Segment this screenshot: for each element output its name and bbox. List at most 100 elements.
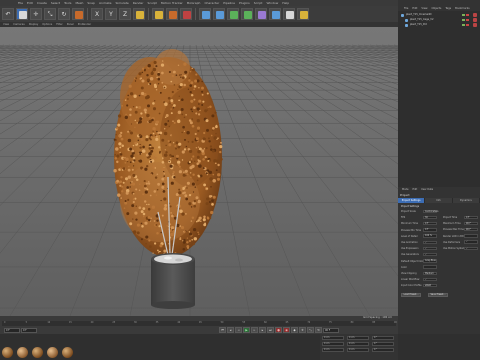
- material-swatch[interactable]: [32, 347, 43, 358]
- y-axis-button[interactable]: Y: [105, 8, 117, 20]
- subdivision-button[interactable]: [227, 8, 239, 20]
- current-frame-field[interactable]: 0 F: [21, 327, 37, 333]
- cube-button[interactable]: [199, 8, 211, 20]
- object-menu-item[interactable]: Edit: [412, 7, 417, 10]
- pen-button[interactable]: [213, 8, 225, 20]
- floor-button[interactable]: [269, 8, 281, 20]
- menu-item[interactable]: Script: [254, 1, 263, 5]
- object-menu-item[interactable]: File: [404, 7, 408, 10]
- menu-item[interactable]: Motion Tracker: [161, 1, 183, 5]
- attribute-value-field[interactable]: ✓: [423, 277, 437, 282]
- render-view-button[interactable]: [152, 8, 164, 20]
- attribute-value-field[interactable]: sRGB: [423, 284, 437, 288]
- next-key-button[interactable]: ▸: [259, 327, 266, 333]
- rotation-field[interactable]: 0 °: [372, 336, 394, 340]
- render-picture-viewer-button[interactable]: [166, 8, 178, 20]
- attribute-value-field[interactable]: ✓: [423, 246, 437, 251]
- object-menu-item[interactable]: Bookmarks: [455, 7, 470, 10]
- autokey-button[interactable]: ◉: [283, 327, 290, 333]
- viewport-menu-item[interactable]: Display: [29, 23, 39, 26]
- viewport-menu-item[interactable]: Options: [42, 23, 52, 26]
- attribute-value-field[interactable]: Centimeters: [423, 209, 438, 213]
- go-to-end-button[interactable]: ⏭: [267, 327, 274, 333]
- move-button[interactable]: ✛: [30, 8, 42, 20]
- material-tag-icon[interactable]: [473, 18, 477, 22]
- attribute-value-field[interactable]: [464, 234, 478, 238]
- rotation-field[interactable]: 0 °: [372, 342, 394, 346]
- attribute-value-field[interactable]: 0 F: [464, 215, 478, 219]
- keyframe-selection-button[interactable]: ◆: [291, 327, 298, 333]
- viewport-menu-item[interactable]: View: [3, 23, 9, 26]
- scale-key-button[interactable]: ⤡: [307, 327, 314, 333]
- menu-item[interactable]: Snap: [87, 1, 95, 5]
- visibility-dots-icon[interactable]: [462, 14, 472, 16]
- menu-item[interactable]: Animate: [99, 1, 112, 5]
- material-swatch[interactable]: [17, 347, 28, 358]
- coordinate-system-button[interactable]: [133, 8, 145, 20]
- attribute-value-field[interactable]: 90 F: [464, 221, 478, 226]
- position-key-button[interactable]: ✛: [299, 327, 306, 333]
- menu-item[interactable]: Plugins: [239, 1, 250, 5]
- scale-button[interactable]: ⤡: [44, 8, 56, 20]
- object-menu-item[interactable]: Tags: [445, 7, 451, 10]
- position-field[interactable]: 0 cm: [322, 342, 344, 346]
- size-field[interactable]: 0 cm: [347, 336, 369, 340]
- previous-key-button[interactable]: ◂: [227, 327, 234, 333]
- x-axis-button[interactable]: X: [91, 8, 103, 20]
- attribute-value-field[interactable]: 100 %: [423, 234, 437, 238]
- attribute-value-field[interactable]: 0 F: [423, 228, 437, 232]
- menu-item[interactable]: Sculpt: [147, 1, 156, 5]
- recent-tool-button[interactable]: [72, 8, 84, 20]
- next-frame-button[interactable]: ▹: [251, 327, 258, 333]
- attribute-menu-item[interactable]: Mode: [402, 188, 409, 191]
- object-menu-item[interactable]: Objects: [432, 7, 442, 10]
- live-selection-button[interactable]: [16, 8, 28, 20]
- end-frame-field[interactable]: 90 F: [323, 327, 339, 333]
- load-preset-button[interactable]: Load Preset...: [401, 293, 421, 297]
- menu-item[interactable]: Render: [133, 1, 144, 5]
- rotate-button[interactable]: ↻: [58, 8, 70, 20]
- save-preset-button[interactable]: Save Preset...: [428, 293, 448, 297]
- viewport-menu-item[interactable]: Filter: [56, 23, 62, 26]
- object-row[interactable]: plant_T15_Cage_V2: [400, 18, 478, 22]
- rotation-field[interactable]: 0 °: [372, 348, 394, 352]
- previous-frame-button[interactable]: ◃: [235, 327, 242, 333]
- attribute-menu-item[interactable]: User Data: [421, 188, 433, 191]
- tab-dynamics[interactable]: Dynamics: [452, 198, 480, 203]
- rotation-key-button[interactable]: ↻: [315, 327, 322, 333]
- size-field[interactable]: 0 cm: [347, 348, 369, 352]
- play-button[interactable]: ▶: [243, 327, 250, 333]
- start-frame-field[interactable]: 0 F: [4, 327, 20, 333]
- attribute-value-field[interactable]: 30: [423, 215, 437, 220]
- menu-item[interactable]: Tools: [64, 1, 71, 5]
- menu-item[interactable]: Pipeline: [223, 1, 235, 5]
- light-button[interactable]: [297, 8, 309, 20]
- object-row[interactable]: plant_T15_Cinema4D: [400, 13, 478, 17]
- render-settings-button[interactable]: [180, 8, 192, 20]
- size-field[interactable]: 0 cm: [347, 342, 369, 346]
- menu-item[interactable]: Character: [204, 1, 219, 5]
- menu-item[interactable]: Select: [51, 1, 60, 5]
- position-field[interactable]: 0 cm: [322, 336, 344, 340]
- go-to-start-button[interactable]: ⏮: [219, 327, 226, 333]
- array-button[interactable]: [241, 8, 253, 20]
- menu-item[interactable]: Window: [266, 1, 278, 5]
- tab-project-settings[interactable]: Project Settings: [398, 198, 426, 203]
- menu-item[interactable]: Help: [282, 1, 289, 5]
- viewport-menu-item[interactable]: Panel: [67, 23, 74, 26]
- attribute-value-field[interactable]: Gray-Blue: [423, 259, 437, 263]
- material-swatch[interactable]: [47, 347, 58, 358]
- attribute-value-field[interactable]: ✓: [464, 246, 478, 250]
- attribute-value-field[interactable]: ✓: [423, 240, 437, 244]
- object-menu-item[interactable]: View: [421, 7, 427, 10]
- material-tag-icon[interactable]: [473, 23, 477, 27]
- visibility-dots-icon[interactable]: [462, 19, 472, 21]
- material-tag-icon[interactable]: [473, 13, 477, 17]
- menu-item[interactable]: Create: [37, 1, 47, 5]
- menu-item[interactable]: Simulate: [116, 1, 129, 5]
- attribute-value-field[interactable]: [423, 265, 437, 269]
- position-field[interactable]: 0 cm: [322, 348, 344, 352]
- viewport-menu-item[interactable]: ProRender: [78, 23, 91, 26]
- undo-button[interactable]: ↶: [2, 8, 14, 20]
- z-axis-button[interactable]: Z: [119, 8, 131, 20]
